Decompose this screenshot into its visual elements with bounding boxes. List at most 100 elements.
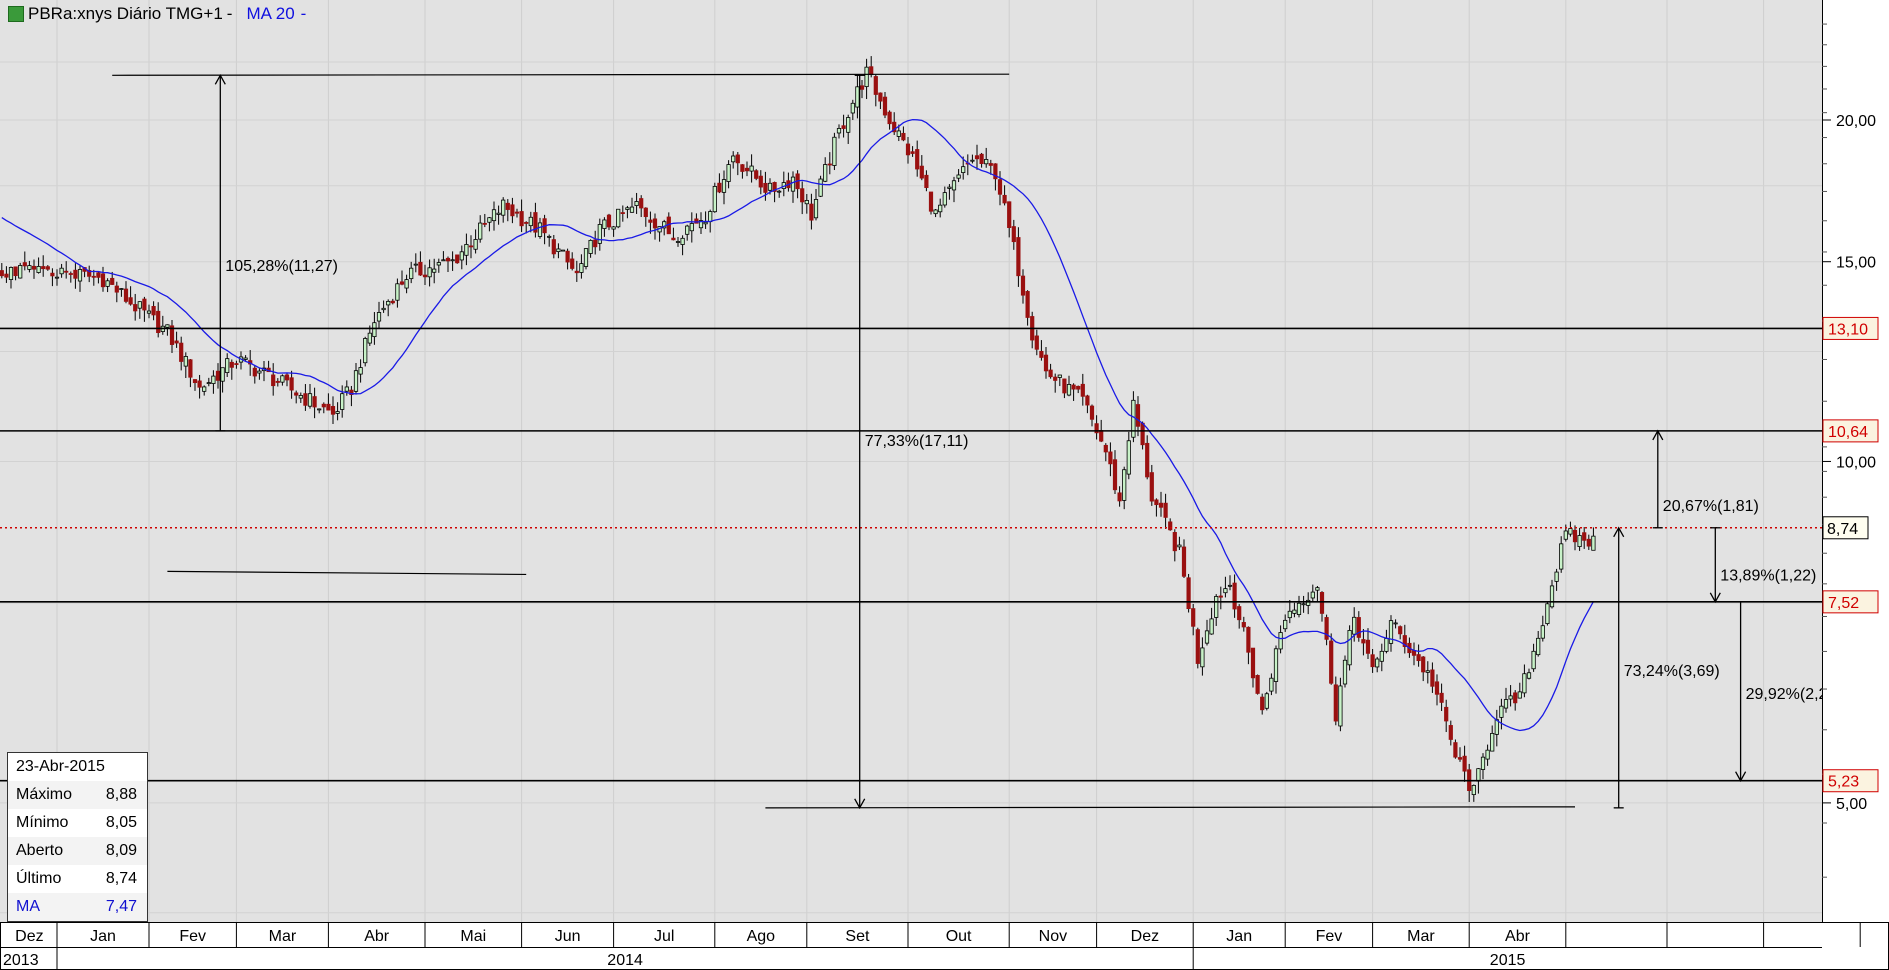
candle-down [1085, 395, 1090, 406]
candle-down [418, 261, 423, 276]
candle-down [1572, 529, 1578, 543]
measure-label: 105,28%(11,27) [225, 258, 338, 275]
candle-up [1545, 603, 1550, 624]
symbol-dropdown[interactable]: - [227, 4, 233, 24]
candle-up [836, 128, 842, 134]
candle-down [1117, 492, 1122, 502]
candle-down [524, 222, 529, 224]
candle-up [1531, 650, 1536, 670]
axis-tick-label: 5,00 [1836, 796, 1867, 813]
candle-up [280, 375, 285, 383]
candle-up [583, 248, 589, 267]
candle-down [390, 300, 395, 304]
month-label: Set [845, 928, 870, 945]
candle-down [1154, 499, 1159, 506]
candle-up [712, 186, 717, 213]
candle-up [1126, 440, 1131, 475]
level-price-label: 5,23 [1828, 774, 1859, 791]
candle-up [1227, 584, 1233, 587]
candle-down [156, 310, 161, 334]
candle-down [1034, 335, 1039, 350]
candle-down [1513, 692, 1518, 704]
candle-up [1591, 535, 1596, 551]
candle-down [303, 393, 308, 406]
month-label: Jan [90, 928, 116, 945]
candle-up [1517, 691, 1522, 699]
candle-down [1186, 577, 1191, 610]
candle-down [1439, 692, 1444, 703]
candle-up [547, 235, 552, 238]
candle-down [31, 265, 37, 270]
candle-down [422, 274, 428, 278]
candle-up [1292, 609, 1297, 614]
ma-dropdown[interactable]: - [301, 4, 307, 24]
candle-up [105, 280, 110, 287]
candle-up [1347, 630, 1352, 666]
candle-up [54, 276, 60, 279]
candle-down [1195, 629, 1200, 664]
candle-down [1232, 582, 1237, 610]
candle-down [1319, 592, 1325, 614]
candle-up [703, 221, 708, 225]
candle-up [611, 226, 616, 230]
candle-down [445, 257, 451, 262]
month-label: Ago [747, 928, 776, 945]
symbol-label[interactable]: PBRa:xnys Diário TMG+1 [28, 4, 223, 24]
candle-down [744, 167, 750, 172]
candle-down [979, 153, 984, 164]
candle-up [680, 237, 685, 245]
candle-up [436, 262, 441, 266]
info-value: 8,74 [105, 870, 137, 887]
candle-up [1342, 659, 1348, 685]
candle-down [1237, 606, 1242, 621]
candle-up [211, 375, 216, 384]
candle-down [1002, 194, 1007, 204]
candle-up [1536, 637, 1541, 656]
candle-down [717, 182, 722, 193]
candle-down [671, 237, 676, 241]
candle-down [1048, 369, 1053, 378]
candle-down [289, 377, 294, 391]
candle-up [298, 395, 303, 399]
price-chart[interactable]: 105,28%(11,27) 77,33%(17,11) 20,67%(1,81) 1… [0, 0, 1889, 970]
last-price-label: 8,74 [1827, 521, 1858, 538]
candle-down [1453, 742, 1458, 758]
month-label: Out [946, 928, 972, 945]
candle-up [1549, 585, 1555, 608]
candle-up [1278, 632, 1283, 650]
candle-down [1329, 640, 1334, 684]
candle-up [146, 310, 152, 314]
candle-down [915, 149, 920, 170]
candle-up [1540, 625, 1545, 639]
candle-down [652, 218, 658, 229]
candle-up [588, 239, 593, 254]
info-label: MA [16, 898, 40, 915]
ma-indicator-label[interactable]: MA 20 [246, 4, 294, 24]
candle-up [855, 86, 860, 108]
candle-down [399, 281, 405, 285]
candle-up [496, 212, 501, 215]
candle-down [1007, 201, 1012, 228]
candle-up [823, 164, 828, 182]
candle-up [579, 263, 584, 273]
candle-up [77, 269, 83, 282]
candle-down [1250, 647, 1256, 679]
month-label: Dez [1131, 928, 1159, 945]
candle-up [459, 251, 464, 261]
candle-down [50, 272, 55, 277]
candle-down [1411, 650, 1417, 656]
candle-down [873, 76, 878, 95]
candle-up [317, 408, 322, 411]
candle-up [183, 356, 188, 367]
candle-down [1135, 404, 1141, 427]
candle-down [859, 85, 865, 90]
candle-up [1425, 670, 1430, 673]
candle-down [905, 143, 911, 156]
candle-up [721, 179, 727, 193]
candle-down [841, 125, 846, 129]
candle-down [1582, 532, 1587, 541]
candle-up [970, 159, 975, 162]
candle-down [1191, 608, 1196, 627]
candle-up [367, 332, 372, 344]
year-label: 2013 [3, 952, 39, 969]
